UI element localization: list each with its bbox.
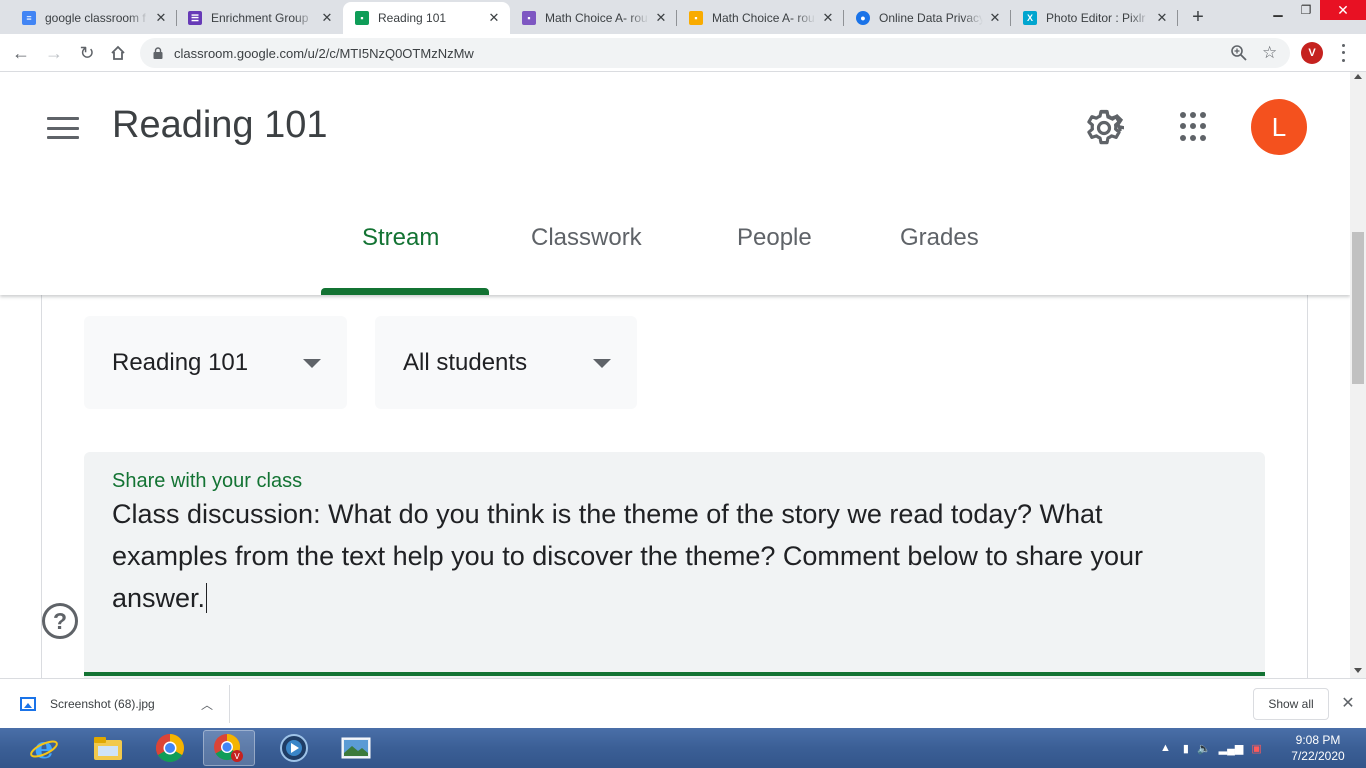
browser-tab[interactable]: ▪ Math Choice A- rou ✕ [510, 2, 677, 34]
google-apps-icon[interactable] [1180, 112, 1210, 142]
browser-tab-active[interactable]: ▪ Reading 101 ✕ [343, 2, 510, 34]
google-classroom-icon: ▪ [522, 11, 536, 25]
clock-date: 7/22/2020 [1291, 749, 1345, 763]
internet-explorer-icon[interactable]: e [18, 730, 70, 766]
svg-text:V: V [234, 752, 240, 761]
google-classroom-icon: ▪ [355, 11, 369, 25]
home-button[interactable] [105, 40, 131, 66]
browser-tab[interactable]: ☰ Enrichment Group ✕ [176, 2, 343, 34]
download-shelf: Screenshot (68).jpg ︿ Show all ✕ [0, 678, 1366, 728]
tab-title: Photo Editor : Pixlr [1046, 11, 1146, 25]
system-tray: ▲ ▮ 🔈 ▂▄▆ ▣ [1160, 728, 1262, 768]
file-explorer-icon[interactable] [82, 730, 134, 766]
class-select-value: Reading 101 [112, 348, 249, 376]
scroll-thumb[interactable] [1352, 232, 1364, 384]
browser-profile-avatar[interactable]: V [1301, 42, 1323, 64]
browser-tab-strip: ≡ google classroom f ✕ ☰ Enrichment Grou… [0, 0, 1366, 34]
browser-tab[interactable]: X Photo Editor : Pixlr ✕ [1011, 2, 1178, 34]
home-icon [111, 45, 125, 60]
tab-title: Math Choice A- rou [712, 11, 815, 25]
volume-icon[interactable]: 🔈 [1197, 742, 1211, 755]
chrome-icon[interactable] [144, 730, 196, 766]
address-bar[interactable]: classroom.google.com/u/2/c/MTI5NzQ0OTMzN… [140, 38, 1290, 68]
google-search-icon: ≡ [22, 11, 36, 25]
active-tab-indicator [321, 288, 489, 295]
minimize-button[interactable]: ▁ [1264, 0, 1292, 20]
image-file-icon [20, 697, 36, 711]
main-menu-icon[interactable] [47, 117, 79, 139]
new-tab-button[interactable]: + [1186, 6, 1210, 28]
browser-toolbar: ← → ↻ classroom.google.com/u/2/c/MTI5NzQ… [0, 34, 1366, 72]
pixlr-icon: X [1023, 11, 1037, 25]
dropdown-arrow-icon [593, 359, 611, 368]
focus-underline [84, 672, 1265, 676]
zoom-icon[interactable] [1230, 44, 1248, 62]
tab-title: Enrichment Group [211, 11, 309, 25]
browser-tab[interactable]: ≡ google classroom f ✕ [10, 2, 177, 34]
tab-grades[interactable]: Grades [900, 224, 979, 252]
bookmark-star-icon[interactable]: ☆ [1262, 43, 1277, 63]
clock-time: 9:08 PM [1295, 733, 1341, 747]
media-player-icon[interactable] [268, 730, 320, 766]
close-icon[interactable]: ✕ [1338, 693, 1358, 713]
restore-button[interactable]: ❐ [1292, 0, 1320, 20]
composer-text[interactable]: Class discussion: What do you think is t… [112, 493, 1212, 619]
page-scrollbar[interactable] [1350, 72, 1366, 678]
close-icon[interactable]: ✕ [987, 10, 1003, 26]
chevron-up-icon[interactable]: ︿ [201, 696, 213, 713]
show-all-button[interactable]: Show all [1253, 688, 1329, 720]
account-avatar[interactable]: L [1251, 99, 1307, 155]
scroll-down-arrow-icon[interactable] [1354, 668, 1362, 673]
tab-classwork[interactable]: Classwork [531, 224, 642, 252]
forward-button[interactable]: → [41, 40, 67, 66]
taskbar-clock[interactable]: 9:08 PM 7/22/2020 [1278, 732, 1358, 764]
tab-title: Math Choice A- rou [545, 11, 648, 25]
lock-icon [153, 47, 163, 59]
google-sites-icon: ● [856, 11, 870, 25]
classroom-app-bar: Reading 101 L Stream Classwork People Gr… [0, 72, 1350, 295]
audience-select-dropdown[interactable]: All students [375, 316, 637, 409]
tab-title: google classroom f [45, 11, 146, 25]
scroll-up-arrow-icon[interactable] [1354, 74, 1362, 79]
google-forms-icon: ☰ [188, 11, 202, 25]
close-icon[interactable]: ✕ [653, 10, 669, 26]
dropdown-arrow-icon [303, 359, 321, 368]
class-select-dropdown[interactable]: Reading 101 [84, 316, 347, 409]
text-cursor [206, 583, 208, 613]
download-file-name: Screenshot (68).jpg [50, 697, 155, 711]
browser-menu-icon[interactable] [1337, 42, 1349, 64]
help-icon[interactable]: ? [42, 603, 78, 639]
composer-label: Share with your class [112, 470, 303, 492]
network-signal-icon[interactable]: ▂▄▆ [1219, 742, 1244, 755]
reload-button[interactable]: ↻ [74, 40, 100, 66]
download-item[interactable]: Screenshot (68).jpg ︿ [10, 685, 230, 723]
tab-title: Reading 101 [378, 11, 447, 25]
browser-tab[interactable]: ● Online Data Privacy ✕ [844, 2, 1011, 34]
composer-text-value: Class discussion: What do you think is t… [112, 499, 1144, 613]
window-close-button[interactable]: ✕ [1320, 0, 1366, 20]
action-center-icon[interactable]: ▣ [1251, 742, 1261, 755]
show-hidden-icons-icon[interactable]: ▲ [1160, 742, 1171, 754]
classroom-page: Reading 101 L Stream Classwork People Gr… [0, 72, 1350, 678]
browser-tab[interactable]: ▪ Math Choice A- rou ✕ [677, 2, 844, 34]
close-icon[interactable]: ✕ [820, 10, 836, 26]
audience-select-value: All students [403, 348, 528, 376]
photo-viewer-icon[interactable] [330, 730, 382, 766]
url-text: classroom.google.com/u/2/c/MTI5NzQ0OTMzN… [174, 45, 474, 61]
tab-title: Online Data Privacy [879, 11, 983, 25]
announcement-text-field[interactable]: Share with your class Class discussion: … [84, 452, 1265, 678]
tab-stream[interactable]: Stream [362, 224, 439, 252]
close-icon[interactable]: ✕ [1154, 10, 1170, 26]
tab-people[interactable]: People [737, 224, 812, 252]
back-button[interactable]: ← [8, 40, 34, 66]
close-icon[interactable]: ✕ [319, 10, 335, 26]
google-classroom-icon: ▪ [689, 11, 703, 25]
device-icon[interactable]: ▮ [1183, 742, 1189, 755]
close-icon[interactable]: ✕ [153, 10, 169, 26]
class-title[interactable]: Reading 101 [112, 104, 328, 147]
chrome-profile-icon[interactable]: V [203, 730, 255, 766]
gear-icon[interactable] [1084, 108, 1124, 148]
windows-taskbar: e V ▲ ▮ 🔈 ▂▄▆ ▣ 9:08 PM 7/22/2020 [0, 728, 1366, 768]
close-icon[interactable]: ✕ [486, 10, 502, 26]
